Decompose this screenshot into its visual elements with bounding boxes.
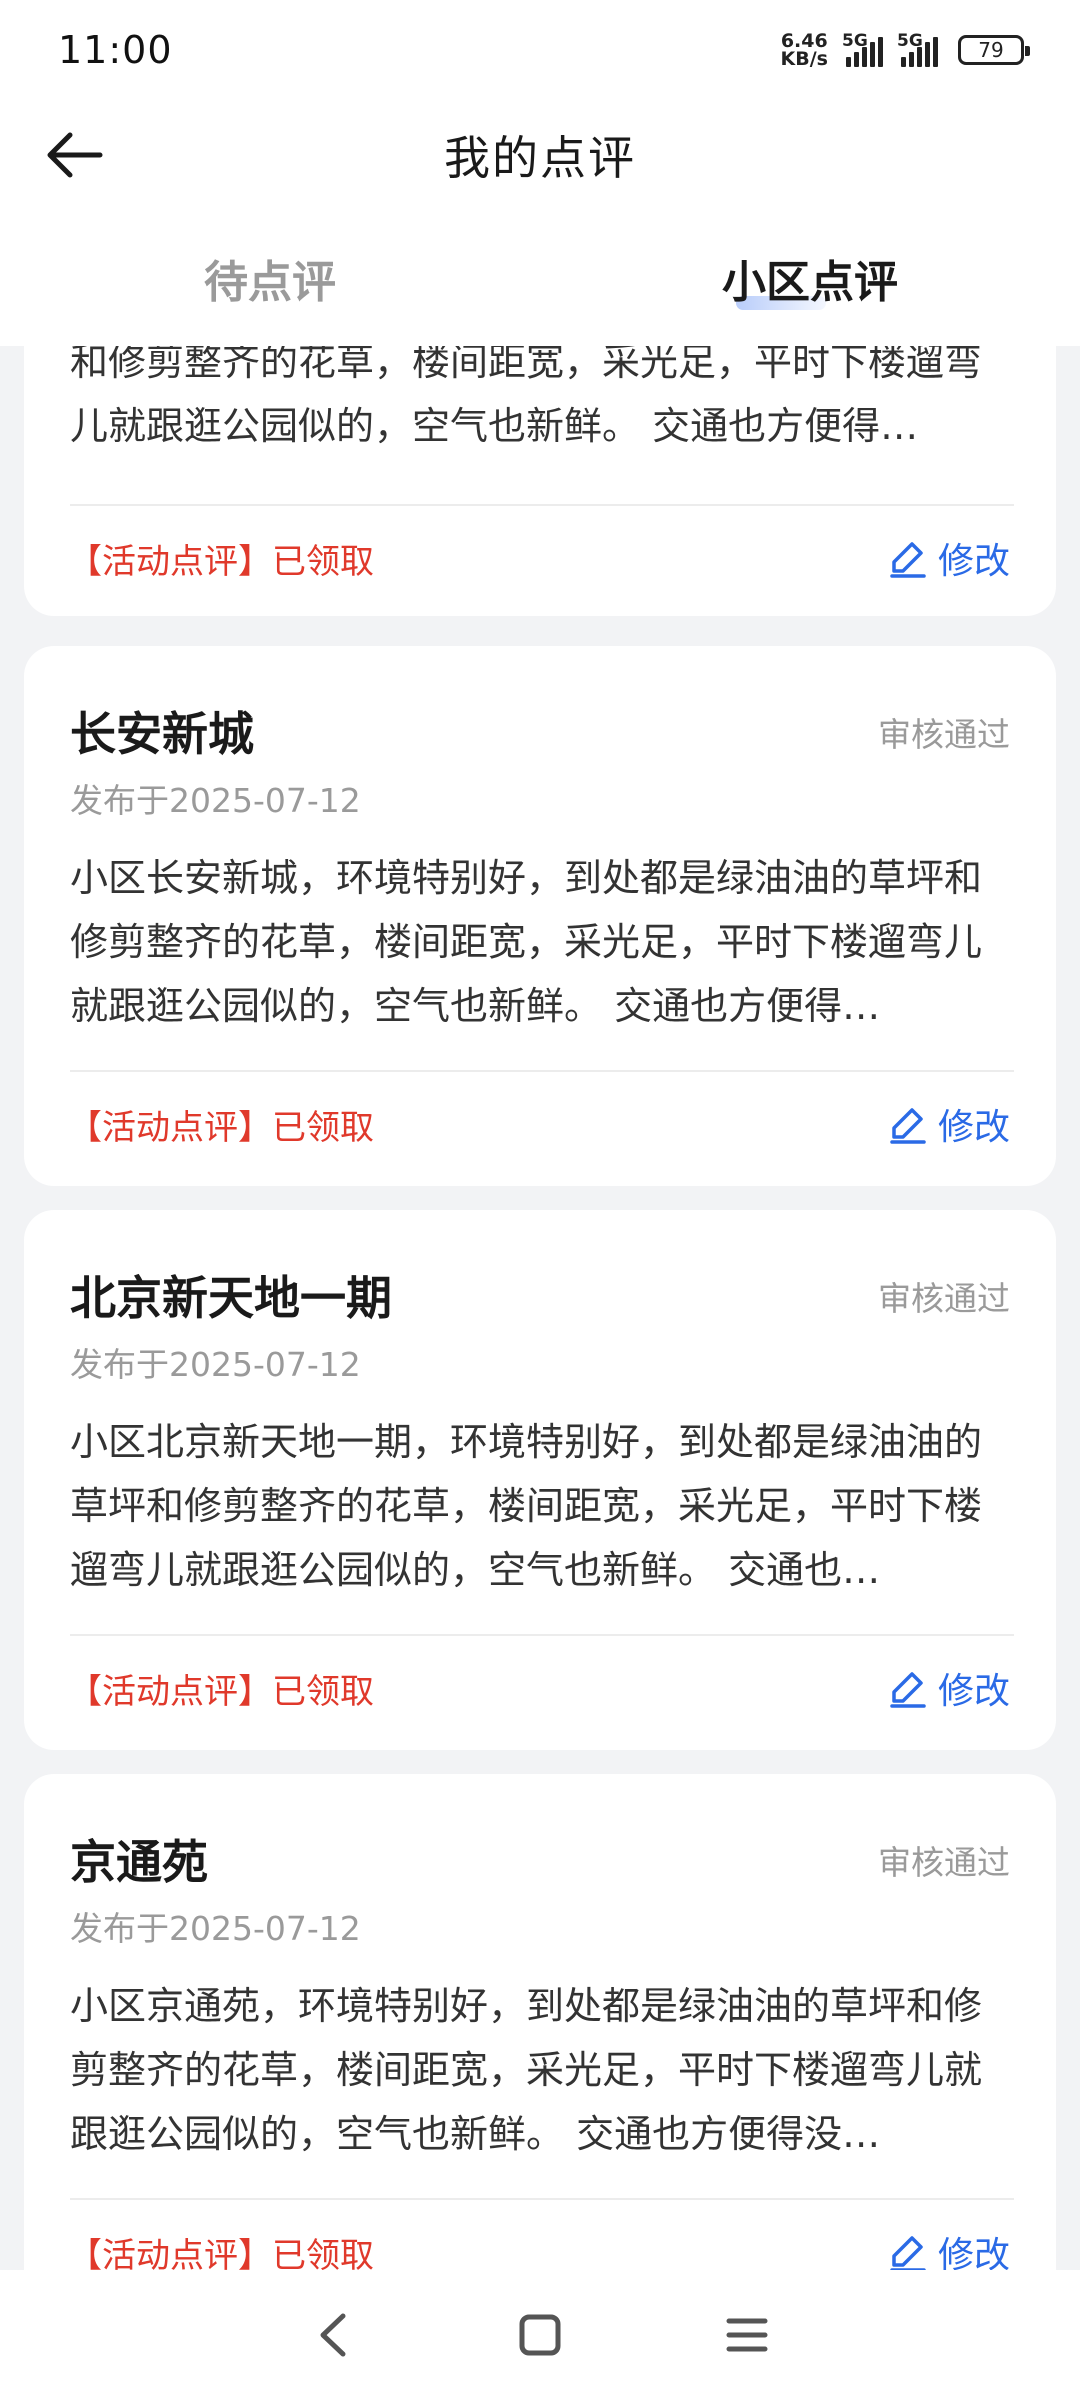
tab-label: 待点评 [204, 257, 336, 308]
tab-bar: 待点评 小区点评 [0, 210, 1080, 346]
activity-tag: 【活动点评】已领取 [68, 1672, 374, 1712]
edit-label: 修改 [937, 1671, 1010, 1712]
status-icons: 6.46 KB/s 5G 5G 79 [780, 31, 1030, 70]
publish-date: 发布于2025-07-12 [70, 1345, 361, 1384]
edit-button[interactable]: 修改 [888, 1662, 1010, 1714]
review-card: 和修剪整齐的花草，楼间距宽，采光足，平时下楼遛弯儿就跟逛公园似的，空气也新鲜。 … [24, 346, 1056, 616]
publish-date: 发布于2025-07-12 [70, 1909, 361, 1948]
card-divider [70, 1634, 1014, 1636]
review-status: 审核通过 [878, 1843, 1010, 1882]
edit-label: 修改 [937, 1107, 1010, 1148]
community-name: 京通苑 [70, 1835, 208, 1889]
signal-icon: 5G [842, 31, 883, 67]
network-speed-unit: KB/s [780, 48, 828, 70]
back-triangle-icon [320, 2313, 346, 2357]
page-title: 我的点评 [444, 131, 636, 185]
signal-type-label: 5G [842, 31, 868, 51]
signal-icon-2: 5G [897, 31, 938, 67]
review-status: 审核通过 [878, 1279, 1010, 1318]
nav-back-button[interactable] [298, 2300, 368, 2370]
app-header: 我的点评 [0, 100, 1080, 210]
edit-label: 修改 [937, 541, 1010, 582]
review-status: 审核通过 [878, 715, 1010, 754]
card-divider [70, 1070, 1014, 1072]
community-name: 北京新天地一期 [70, 1271, 392, 1325]
tab-community-review[interactable]: 小区点评 [540, 210, 1080, 346]
edit-pencil-icon [890, 1108, 926, 1144]
edit-label: 修改 [937, 2235, 1010, 2270]
review-card: 长安新城 审核通过 发布于2025-07-12 小区长安新城，环境特别好，到处都… [24, 646, 1056, 1186]
review-body: 小区京通苑，环境特别好，到处都是绿油油的草坪和修剪整齐的花草，楼间距宽，采光足，… [70, 1984, 983, 2156]
back-arrow-icon [47, 132, 103, 178]
review-card: 北京新天地一期 审核通过 发布于2025-07-12 小区北京新天地一期，环境特… [24, 1210, 1056, 1750]
activity-tag: 【活动点评】已领取 [68, 542, 374, 582]
nav-menu-button[interactable] [712, 2300, 782, 2370]
review-body: 小区长安新城，环境特别好，到处都是绿油油的草坪和修剪整齐的花草，楼间距宽，采光足… [70, 856, 983, 1028]
edit-button[interactable]: 修改 [888, 1098, 1010, 1150]
review-body: 小区北京新天地一期，环境特别好，到处都是绿油油的草坪和修剪整齐的花草，楼间距宽，… [70, 1420, 983, 1592]
edit-button[interactable]: 修改 [888, 2226, 1010, 2270]
community-name: 长安新城 [70, 707, 254, 761]
edit-button[interactable]: 修改 [888, 532, 1010, 584]
system-nav-bar [0, 2270, 1080, 2400]
battery-level: 79 [978, 38, 1004, 62]
review-list[interactable]: 和修剪整齐的花草，楼间距宽，采光足，平时下楼遛弯儿就跟逛公园似的，空气也新鲜。 … [0, 346, 1080, 2270]
activity-tag: 【活动点评】已领取 [68, 2236, 374, 2270]
review-card: 京通苑 审核通过 发布于2025-07-12 小区京通苑，环境特别好，到处都是绿… [24, 1774, 1056, 2270]
status-time: 11:00 [58, 28, 173, 72]
edit-pencil-icon [890, 2236, 926, 2270]
tab-pending-review[interactable]: 待点评 [0, 210, 540, 346]
tab-label: 小区点评 [722, 257, 898, 308]
network-speed: 6.46 KB/s [780, 32, 828, 70]
card-divider [70, 504, 1014, 506]
review-body: 和修剪整齐的花草，楼间距宽，采光足，平时下楼遛弯儿就跟逛公园似的，空气也新鲜。 … [70, 346, 983, 448]
home-square-icon [519, 2314, 561, 2356]
menu-lines-icon [726, 2318, 768, 2352]
publish-date: 发布于2025-07-12 [70, 781, 361, 820]
status-bar: 11:00 6.46 KB/s 5G 5G 79 [0, 0, 1080, 100]
activity-tag: 【活动点评】已领取 [68, 1108, 374, 1148]
battery-icon: 79 [958, 35, 1030, 65]
edit-pencil-icon [890, 542, 926, 578]
nav-home-button[interactable] [505, 2300, 575, 2370]
signal-type-label-2: 5G [897, 31, 923, 51]
edit-pencil-icon [890, 1672, 926, 1708]
back-button[interactable] [36, 120, 112, 190]
card-divider [70, 2198, 1014, 2200]
